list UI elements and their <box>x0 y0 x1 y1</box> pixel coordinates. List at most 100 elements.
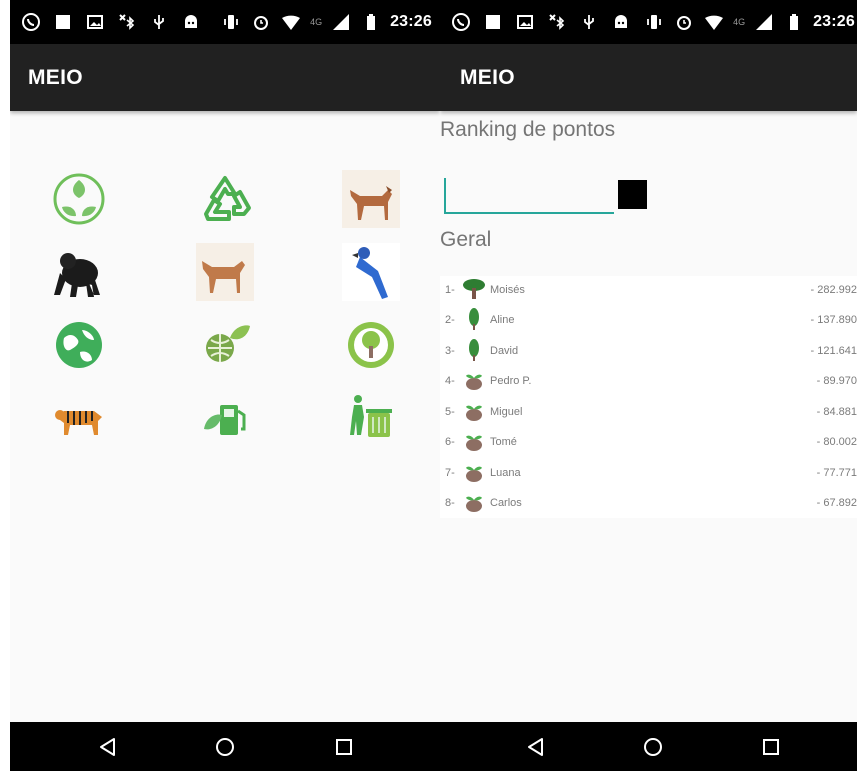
home-icon[interactable] <box>212 734 238 760</box>
recents-icon[interactable] <box>758 734 784 760</box>
recycle-arrows-icon <box>204 176 251 221</box>
signal-icon <box>753 11 775 33</box>
usb-icon <box>148 11 170 33</box>
search-input[interactable] <box>444 178 614 214</box>
list-item[interactable]: 8- Carlos - 67.892 <box>440 489 857 519</box>
rank-position: 1- <box>445 284 455 296</box>
rank-name: Moisés <box>490 284 525 296</box>
fuel-leaf-icon <box>204 405 246 435</box>
globe-leaf-icon <box>206 325 250 362</box>
rank-position: 4- <box>445 375 455 387</box>
alarm-icon <box>673 11 695 33</box>
list-item[interactable]: 7- Luana - 77.771 <box>440 459 857 489</box>
tiger-icon <box>55 410 102 435</box>
rank-position: 2- <box>445 314 455 326</box>
grid-tile-horse[interactable] <box>342 170 400 228</box>
trash-recycle-icon <box>350 395 392 437</box>
grid-tile-tree-circle[interactable] <box>342 316 400 374</box>
grid-tile-horse-2[interactable] <box>196 243 254 301</box>
list-item[interactable]: 3- David - 121.641 <box>440 337 857 367</box>
rank-name: Aline <box>490 314 515 326</box>
whatsapp-icon <box>20 11 42 33</box>
network-type-label: 4G <box>310 17 323 27</box>
app-bar: MEIO <box>10 44 440 111</box>
grid-tile-globe[interactable] <box>50 316 108 374</box>
list-item[interactable]: 4- Pedro P. - 89.970 <box>440 367 857 397</box>
list-item[interactable]: 5- Miguel - 84.881 <box>440 398 857 428</box>
wifi-icon <box>280 11 302 33</box>
home-icon[interactable] <box>640 734 666 760</box>
rank-score: - 121.641 <box>810 345 857 357</box>
back-icon[interactable] <box>95 734 121 760</box>
rank-position: 8- <box>445 497 455 509</box>
horse-icon <box>342 170 400 228</box>
bluetooth-x-icon <box>546 11 568 33</box>
rank-name: Luana <box>490 467 521 479</box>
android-icon <box>610 11 632 33</box>
list-item[interactable]: 1- Moisés - 282.992 <box>440 276 857 306</box>
signal-icon <box>330 11 352 33</box>
grid-tile-macaw[interactable] <box>342 243 400 301</box>
grid-tile-gorilla[interactable] <box>50 243 108 301</box>
battery-icon <box>783 11 805 33</box>
whatsapp-icon <box>450 11 472 33</box>
image-icon <box>514 11 536 33</box>
grid-tile-fuel-leaf[interactable] <box>196 389 254 447</box>
macaw-icon <box>342 243 400 301</box>
seed-sprout-icon <box>466 435 482 451</box>
grid-tile-trash-recycle[interactable] <box>342 389 400 447</box>
list-item[interactable]: 2- Aline - 137.890 <box>440 306 857 336</box>
status-bar: 4G 23:26 <box>440 0 857 44</box>
seed-sprout-icon <box>466 374 482 390</box>
rank-name: David <box>490 345 519 357</box>
app-title: MEIO <box>460 66 515 89</box>
left-phone-screen: 4G 23:26 MEIO <box>10 0 440 771</box>
small-tree-icon <box>469 339 479 361</box>
rank-position: 5- <box>445 406 455 418</box>
alarm-icon <box>250 11 272 33</box>
navigation-bar <box>10 722 440 771</box>
status-bar: 4G 23:26 <box>10 0 440 44</box>
horse-icon <box>196 243 254 301</box>
rank-score: - 84.881 <box>816 406 857 418</box>
general-title: Geral <box>440 228 492 251</box>
rank-name: Tomé <box>490 436 517 448</box>
recents-icon[interactable] <box>331 734 357 760</box>
rank-name: Miguel <box>490 406 523 418</box>
grid-tile-globe-leaf[interactable] <box>196 316 254 374</box>
image-icon <box>84 11 106 33</box>
rank-position: 3- <box>445 345 455 357</box>
rank-name: Carlos <box>490 497 522 509</box>
bluetooth-x-icon <box>116 11 138 33</box>
seed-sprout-icon <box>466 496 482 512</box>
status-time: 23:26 <box>390 13 432 30</box>
status-time: 23:26 <box>813 13 855 30</box>
grid-tile-tiger[interactable] <box>50 389 108 447</box>
rank-score: - 67.892 <box>816 497 857 509</box>
navigation-bar <box>440 722 857 771</box>
gorilla-icon <box>54 253 100 297</box>
square-notification-icon <box>52 11 74 33</box>
rank-score: - 282.992 <box>810 284 857 296</box>
leaves-circle-icon <box>53 173 105 225</box>
vibrate-icon <box>220 11 242 33</box>
rank-name: Pedro P. <box>490 375 532 387</box>
list-item[interactable]: 6- Tomé - 80.002 <box>440 428 857 458</box>
vibrate-icon <box>643 11 665 33</box>
app-title: MEIO <box>28 66 83 89</box>
back-icon[interactable] <box>523 734 549 760</box>
search-button[interactable] <box>618 180 647 209</box>
usb-icon <box>578 11 600 33</box>
rank-score: - 77.771 <box>816 467 857 479</box>
ranking-title: Ranking de pontos <box>440 118 616 141</box>
network-type-label: 4G <box>733 17 746 27</box>
tree-circle-icon <box>348 322 394 368</box>
ranking-list: 1- Moisés - 282.992 2- Aline - 137.890 3… <box>440 276 857 518</box>
rank-score: - 89.970 <box>816 375 857 387</box>
grid-tile-leaves[interactable] <box>50 170 108 228</box>
rank-score: - 137.890 <box>810 314 857 326</box>
grid-tile-recycle[interactable] <box>196 170 254 228</box>
big-tree-icon <box>463 279 485 299</box>
rank-position: 6- <box>445 436 455 448</box>
search-field-wrap <box>444 178 614 214</box>
